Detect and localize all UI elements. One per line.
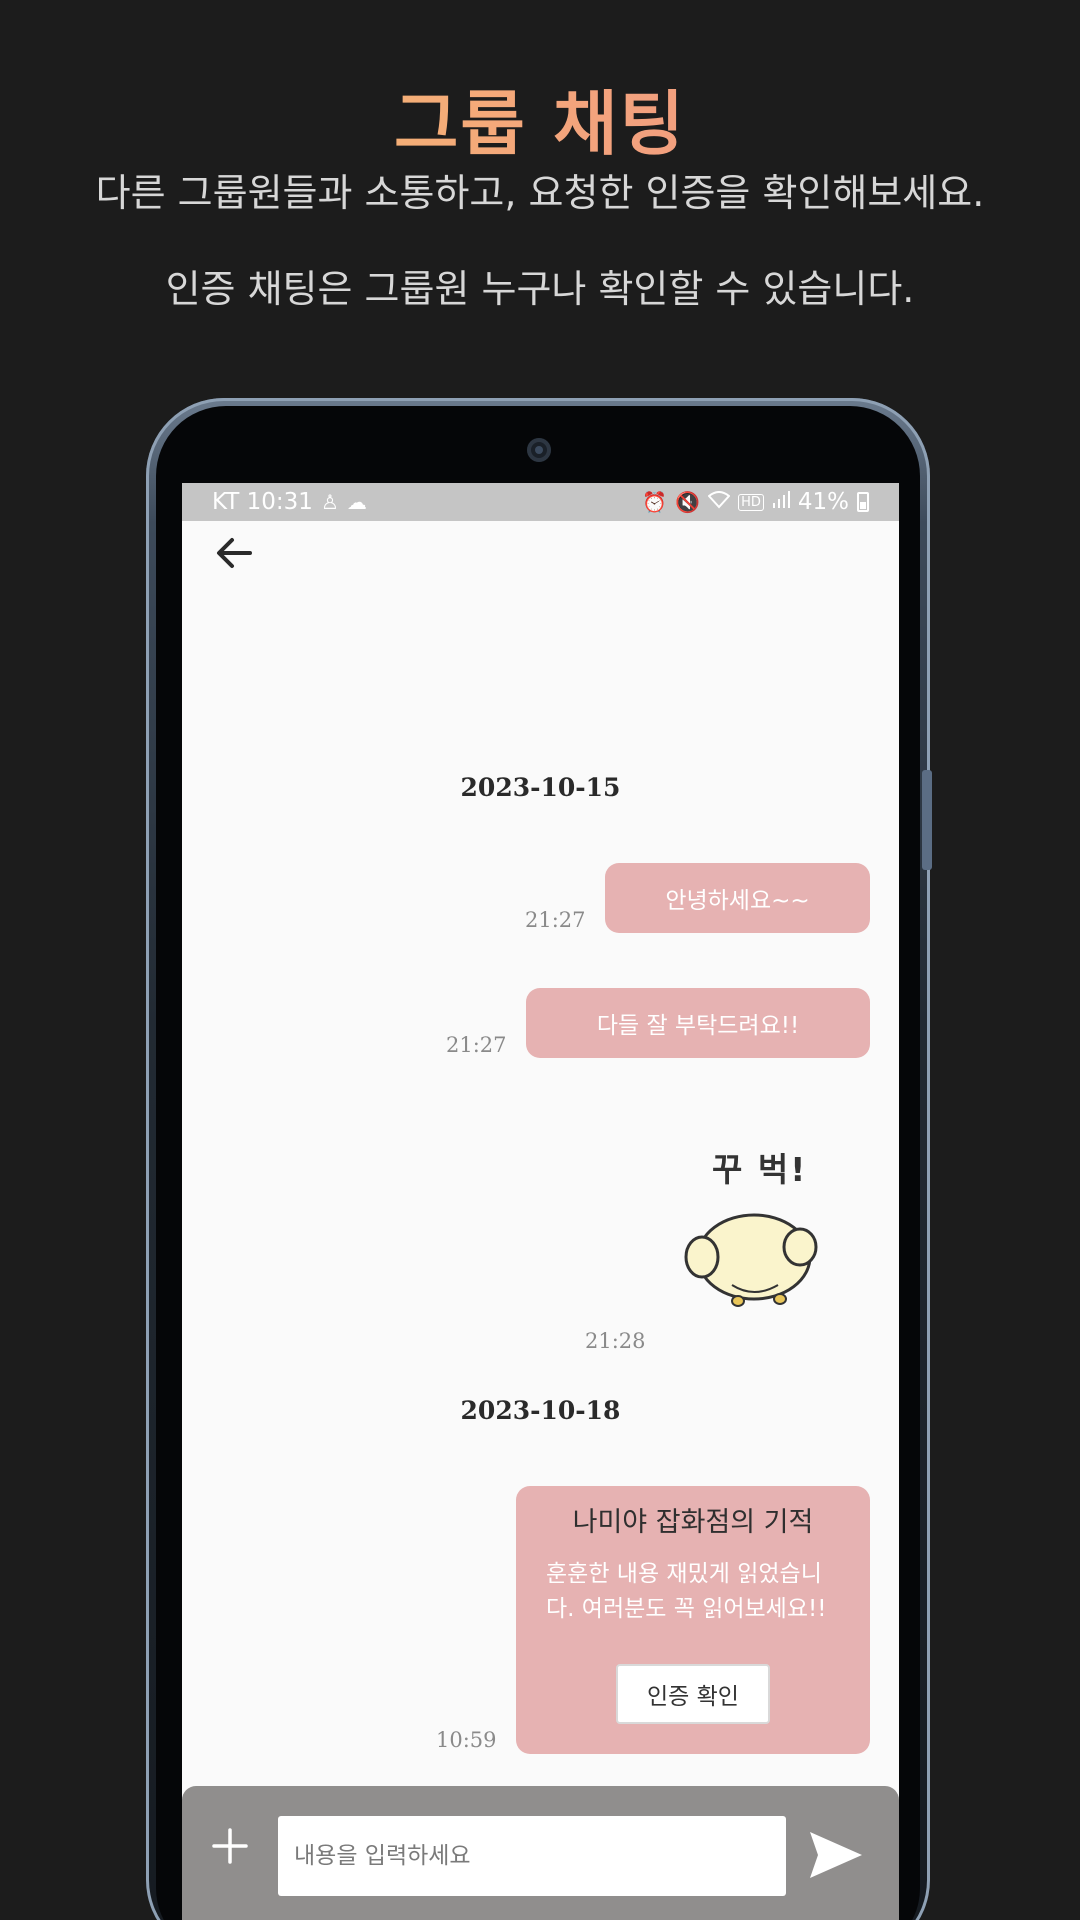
back-arrow-icon[interactable] [210, 533, 258, 581]
sticker-caption: 꾸 벅! [712, 1150, 808, 1189]
person-notification-icon: ♙ [320, 490, 339, 514]
promo-title: 그룹 채팅 [0, 68, 1080, 169]
status-bar: KT 10:31 ♙ ☁ ⏰ 🔇 HD 41% [182, 483, 899, 521]
chick-icon [684, 1213, 818, 1307]
wifi-icon [707, 490, 731, 514]
promo-subtitle-2: 인증 채팅은 그룹원 누구나 확인할 수 있습니다. [165, 267, 915, 311]
cert-confirm-button[interactable]: 인증 확인 [616, 1664, 770, 1724]
message-time: 21:27 [525, 908, 586, 932]
battery-percent: 41% [797, 489, 849, 515]
cloud-chat-icon: ☁ [346, 490, 367, 514]
app-screen: KT 10:31 ♙ ☁ ⏰ 🔇 HD 41% 2023-10-15 21:27… [182, 483, 899, 1920]
alarm-icon: ⏰ [642, 490, 668, 514]
promo-subtitle-1: 다른 그룹원들과 소통하고, 요청한 인증을 확인해보세요. [95, 171, 985, 215]
message-time: 21:27 [446, 1033, 507, 1057]
message-time: 21:28 [585, 1329, 646, 1353]
date-separator: 2023-10-15 [460, 773, 621, 802]
message-input[interactable] [278, 1816, 786, 1896]
message-time: 10:59 [436, 1728, 497, 1752]
hd-icon: HD [738, 493, 764, 511]
send-button[interactable] [808, 1830, 864, 1880]
cert-message: 훈훈한 내용 재밌게 읽었습니다. 여러분도 꼭 읽어보세요!! [546, 1561, 827, 1622]
signal-icon [772, 490, 790, 514]
battery-icon [857, 492, 869, 512]
phone-side-button [922, 770, 932, 870]
bowing-chick-sticker[interactable]: 꾸 벅! [682, 1143, 822, 1323]
send-icon [810, 1832, 862, 1878]
chat-bubble[interactable]: 안녕하세요~~ [605, 863, 870, 933]
mute-icon: 🔇 [675, 490, 701, 514]
front-camera [527, 438, 551, 462]
chat-bubble[interactable]: 다들 잘 부탁드려요!! [526, 988, 870, 1058]
certification-card: 나미야 잡화점의 기적 훈훈한 내용 재밌게 읽었습니다. 여러분도 꼭 읽어보… [516, 1486, 870, 1754]
cert-book-title: 나미야 잡화점의 기적 [572, 1507, 814, 1538]
status-carrier-time: KT 10:31 [212, 489, 313, 515]
date-separator: 2023-10-18 [460, 1396, 621, 1425]
add-attachment-button[interactable] [210, 1826, 250, 1866]
message-input-bar [182, 1786, 899, 1920]
plus-icon [212, 1828, 248, 1864]
